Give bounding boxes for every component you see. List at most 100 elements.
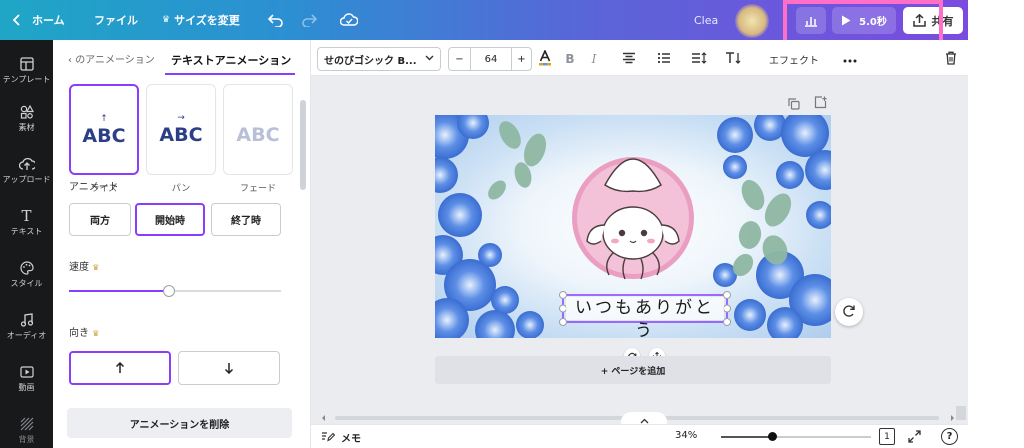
remove-animation-button[interactable]: アニメーションを削除 (67, 408, 292, 438)
file-menu-button[interactable]: ファイル (94, 0, 138, 40)
rail-item-uploads[interactable]: アップロード (0, 156, 53, 185)
rail-item-background[interactable]: 背景 (0, 416, 53, 445)
vertical-text-button[interactable] (725, 49, 743, 69)
direction-label: 向き (69, 328, 89, 339)
notes-label: メモ (341, 434, 361, 445)
resize-label: サイズを変更 (174, 14, 240, 27)
align-center-button[interactable] (621, 49, 637, 69)
vertical-text-icon (725, 51, 743, 68)
arrow-down-icon (224, 359, 234, 378)
add-page-button[interactable]: + ページを追加 (435, 356, 831, 384)
refresh-icon (842, 303, 856, 322)
bold-button[interactable]: B (563, 49, 577, 69)
font-size-increase-button[interactable]: + (511, 48, 531, 70)
rail-item-video[interactable]: 動画 (0, 364, 53, 393)
rail-label: アップロード (2, 175, 51, 184)
panel-scrollbar[interactable] (300, 100, 306, 190)
speed-slider[interactable] (69, 285, 281, 297)
speed-slider-fill (69, 290, 169, 292)
copy-icon (788, 95, 800, 114)
zoom-slider-thumb[interactable] (768, 432, 777, 441)
preset-arrow: → (177, 113, 185, 123)
rail-label: 背景 (18, 435, 35, 444)
font-name: せのびゴシック B... (324, 55, 417, 67)
undo-icon (268, 13, 284, 27)
preset-pan[interactable]: → ABC (146, 84, 216, 175)
file-label: ファイル (94, 14, 138, 27)
add-page-corner-button[interactable] (814, 94, 827, 113)
page-count-button[interactable]: 1 (879, 428, 895, 445)
chevron-left-icon: ‹ (68, 55, 72, 66)
preset-label: フェード (239, 184, 276, 194)
rail-item-text[interactable]: T テキスト (0, 207, 53, 237)
back-label: のアニメーション (75, 55, 155, 66)
text-color-icon (538, 48, 552, 69)
resize-button[interactable]: ♛ サイズを変更 (162, 0, 240, 40)
animation-panel: ‹ のアニメーション テキストアニメーション ↑ ABC ライズ → ABC パ… (53, 40, 311, 448)
duplicate-page-button[interactable] (788, 95, 800, 114)
crown-icon: ♛ (92, 329, 100, 338)
animate-both-button[interactable]: 両方 (69, 203, 131, 236)
tab-text-animation[interactable]: テキストアニメーション (171, 52, 291, 68)
expand-timeline-button[interactable] (621, 412, 667, 424)
animate-on-exit-button[interactable]: 終了時 (211, 203, 281, 236)
rail-item-templates[interactable]: テンプレート (0, 56, 53, 85)
canvas-vertical-scroll-down[interactable] (956, 406, 966, 420)
rail-item-elements[interactable]: 素材 (0, 104, 53, 133)
effects-button[interactable]: エフェクト (766, 49, 822, 69)
animate-label: アニメート (69, 182, 119, 193)
rail-item-styles[interactable]: スタイル (0, 260, 53, 289)
upload-icon (18, 156, 35, 172)
font-size-input[interactable]: 64 (471, 48, 511, 70)
cloud-sync-button[interactable] (340, 0, 358, 40)
preset-arrow: ↑ (100, 114, 108, 124)
design-page[interactable]: いつもありがとう (435, 115, 831, 338)
rail-label: 素材 (18, 123, 35, 132)
speed-slider-thumb[interactable] (162, 285, 175, 297)
canvas-area: いつもありがとう + ページを追加 (311, 76, 968, 424)
trash-icon (945, 51, 957, 68)
animate-on-enter-button[interactable]: 開始時 (135, 203, 205, 236)
back-to-home-button[interactable]: ホーム (12, 0, 65, 40)
fullscreen-button[interactable] (908, 430, 921, 446)
redo-button[interactable] (301, 0, 317, 40)
font-family-dropdown[interactable]: せのびゴシック B... (317, 47, 441, 71)
template-icon (19, 56, 35, 72)
rail-label: 動画 (18, 383, 35, 392)
preset-rise[interactable]: ↑ ABC (69, 84, 139, 175)
spacing-button[interactable] (691, 49, 707, 69)
delete-button[interactable] (943, 49, 959, 69)
direction-down-button[interactable] (178, 351, 280, 385)
zoom-slider[interactable] (721, 432, 871, 441)
align-center-icon (622, 52, 636, 67)
italic-button[interactable]: I (588, 49, 600, 69)
preset-fade[interactable]: ABC (223, 84, 293, 175)
rail-item-audio[interactable]: オーディオ (0, 312, 53, 341)
rail-label: テンプレート (2, 75, 51, 84)
list-button[interactable] (656, 49, 672, 69)
rail-label: スタイル (10, 279, 43, 288)
app-root: ホーム ファイル ♛ サイズを変更 Clea 5.0秒 共有 テンプレート 素材… (0, 0, 1024, 448)
text-color-button[interactable] (537, 48, 553, 69)
canvas-text-element[interactable]: いつもありがとう (566, 297, 724, 338)
avatar[interactable] (735, 4, 769, 38)
refresh-design-button[interactable] (835, 298, 863, 326)
undo-button[interactable] (268, 0, 284, 40)
user-name: Clea (694, 13, 719, 27)
direction-up-button[interactable] (69, 351, 171, 385)
speed-label: 速度 (69, 262, 89, 273)
zoom-slider-fill (721, 436, 772, 438)
preset-preview-text: ABC (236, 124, 280, 146)
cloud-check-icon (340, 13, 358, 27)
bottom-bar: メモ 34% 1 ? (311, 424, 968, 448)
font-size-stepper: − 64 + (448, 47, 532, 71)
zoom-percentage[interactable]: 34% (675, 430, 697, 441)
chevron-left-icon (12, 14, 22, 26)
rail-label: テキスト (10, 227, 43, 236)
more-options-button[interactable] (841, 49, 859, 69)
help-label: ? (946, 431, 953, 442)
panel-back-button[interactable]: ‹ のアニメーション (68, 51, 155, 66)
help-button[interactable]: ? (941, 428, 958, 445)
font-size-decrease-button[interactable]: − (449, 48, 471, 70)
notes-button[interactable]: メモ (321, 430, 361, 445)
